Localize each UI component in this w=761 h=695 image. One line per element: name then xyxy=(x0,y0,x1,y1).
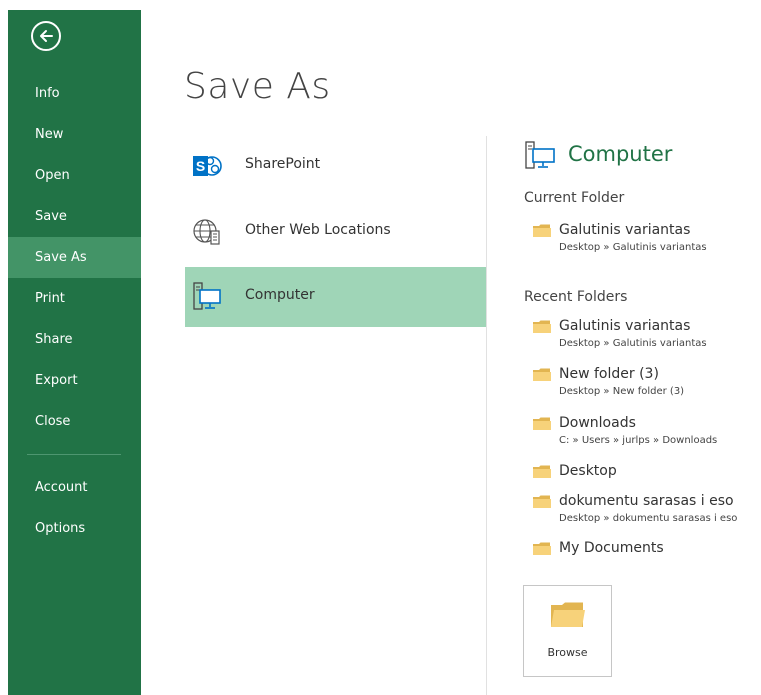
folder-name: Desktop xyxy=(559,463,617,479)
details-title: Computer xyxy=(568,142,673,166)
recent-folder-item[interactable]: New folder (3) Desktop » New folder (3) xyxy=(533,366,761,402)
computer-icon xyxy=(525,141,555,169)
folder-icon xyxy=(533,368,551,381)
globe-icon xyxy=(193,219,220,245)
place-label: Computer xyxy=(245,287,315,303)
folder-path: Desktop » dokumentu sarasas i eso xyxy=(559,513,738,524)
folder-icon xyxy=(533,542,551,555)
nav-print[interactable]: Print xyxy=(8,278,141,319)
current-folder-heading: Current Folder xyxy=(524,190,625,206)
backstage-sidebar: Info New Open Save Save As Print Share E… xyxy=(8,10,141,695)
sharepoint-icon: S xyxy=(193,156,222,176)
panel-divider xyxy=(486,136,487,695)
place-computer[interactable]: Computer xyxy=(185,267,486,327)
folder-path: Desktop » Galutinis variantas xyxy=(559,242,707,253)
browse-button[interactable]: Browse xyxy=(523,585,612,677)
nav-new[interactable]: New xyxy=(8,114,141,155)
window-top-strip xyxy=(0,0,761,10)
folder-icon xyxy=(533,320,551,333)
folder-path: Desktop » New folder (3) xyxy=(559,386,685,397)
folder-name: Galutinis variantas xyxy=(559,318,691,334)
folder-icon xyxy=(533,465,551,478)
svg-text:S: S xyxy=(196,158,205,174)
current-folder-item[interactable]: Galutinis variantas Desktop » Galutinis … xyxy=(533,222,761,258)
sidebar-divider xyxy=(27,454,121,455)
recent-folder-item[interactable]: Downloads C: » Users » jurlps » Download… xyxy=(533,415,761,451)
folder-icon xyxy=(533,224,551,237)
nav-open[interactable]: Open xyxy=(8,155,141,196)
nav-close[interactable]: Close xyxy=(8,401,141,442)
place-other-web-locations[interactable]: Other Web Locations xyxy=(185,202,486,262)
folder-name: New folder (3) xyxy=(559,366,659,382)
place-label: Other Web Locations xyxy=(245,222,391,238)
page-title: Save As xyxy=(184,66,331,107)
nav-save[interactable]: Save xyxy=(8,196,141,237)
nav-share[interactable]: Share xyxy=(8,319,141,360)
folder-name: Downloads xyxy=(559,415,636,431)
folder-name: dokumentu sarasas i eso xyxy=(559,493,734,509)
folder-icon xyxy=(551,602,585,627)
place-sharepoint[interactable]: S SharePoint xyxy=(185,136,486,196)
recent-folder-item[interactable]: Desktop xyxy=(533,463,761,483)
folder-path: C: » Users » jurlps » Downloads xyxy=(559,435,718,446)
browse-label: Browse xyxy=(547,646,588,659)
recent-folders-heading: Recent Folders xyxy=(524,289,628,305)
recent-folder-item[interactable]: My Documents xyxy=(533,540,761,560)
folder-name: My Documents xyxy=(559,540,664,556)
nav-info[interactable]: Info xyxy=(8,73,141,114)
back-arrow-icon xyxy=(40,30,53,42)
folder-path: Desktop » Galutinis variantas xyxy=(559,338,707,349)
nav-export[interactable]: Export xyxy=(8,360,141,401)
folder-icon xyxy=(533,495,551,508)
recent-folder-item[interactable]: dokumentu sarasas i eso Desktop » dokume… xyxy=(533,493,761,529)
recent-folder-item[interactable]: Galutinis variantas Desktop » Galutinis … xyxy=(533,318,761,354)
nav-account[interactable]: Account xyxy=(8,467,141,508)
nav-options[interactable]: Options xyxy=(8,508,141,549)
folder-name: Galutinis variantas xyxy=(559,222,691,238)
folder-icon xyxy=(533,417,551,430)
nav-save-as[interactable]: Save As xyxy=(8,237,141,278)
back-button[interactable] xyxy=(31,21,61,51)
place-label: SharePoint xyxy=(245,156,321,172)
computer-icon xyxy=(193,282,221,310)
